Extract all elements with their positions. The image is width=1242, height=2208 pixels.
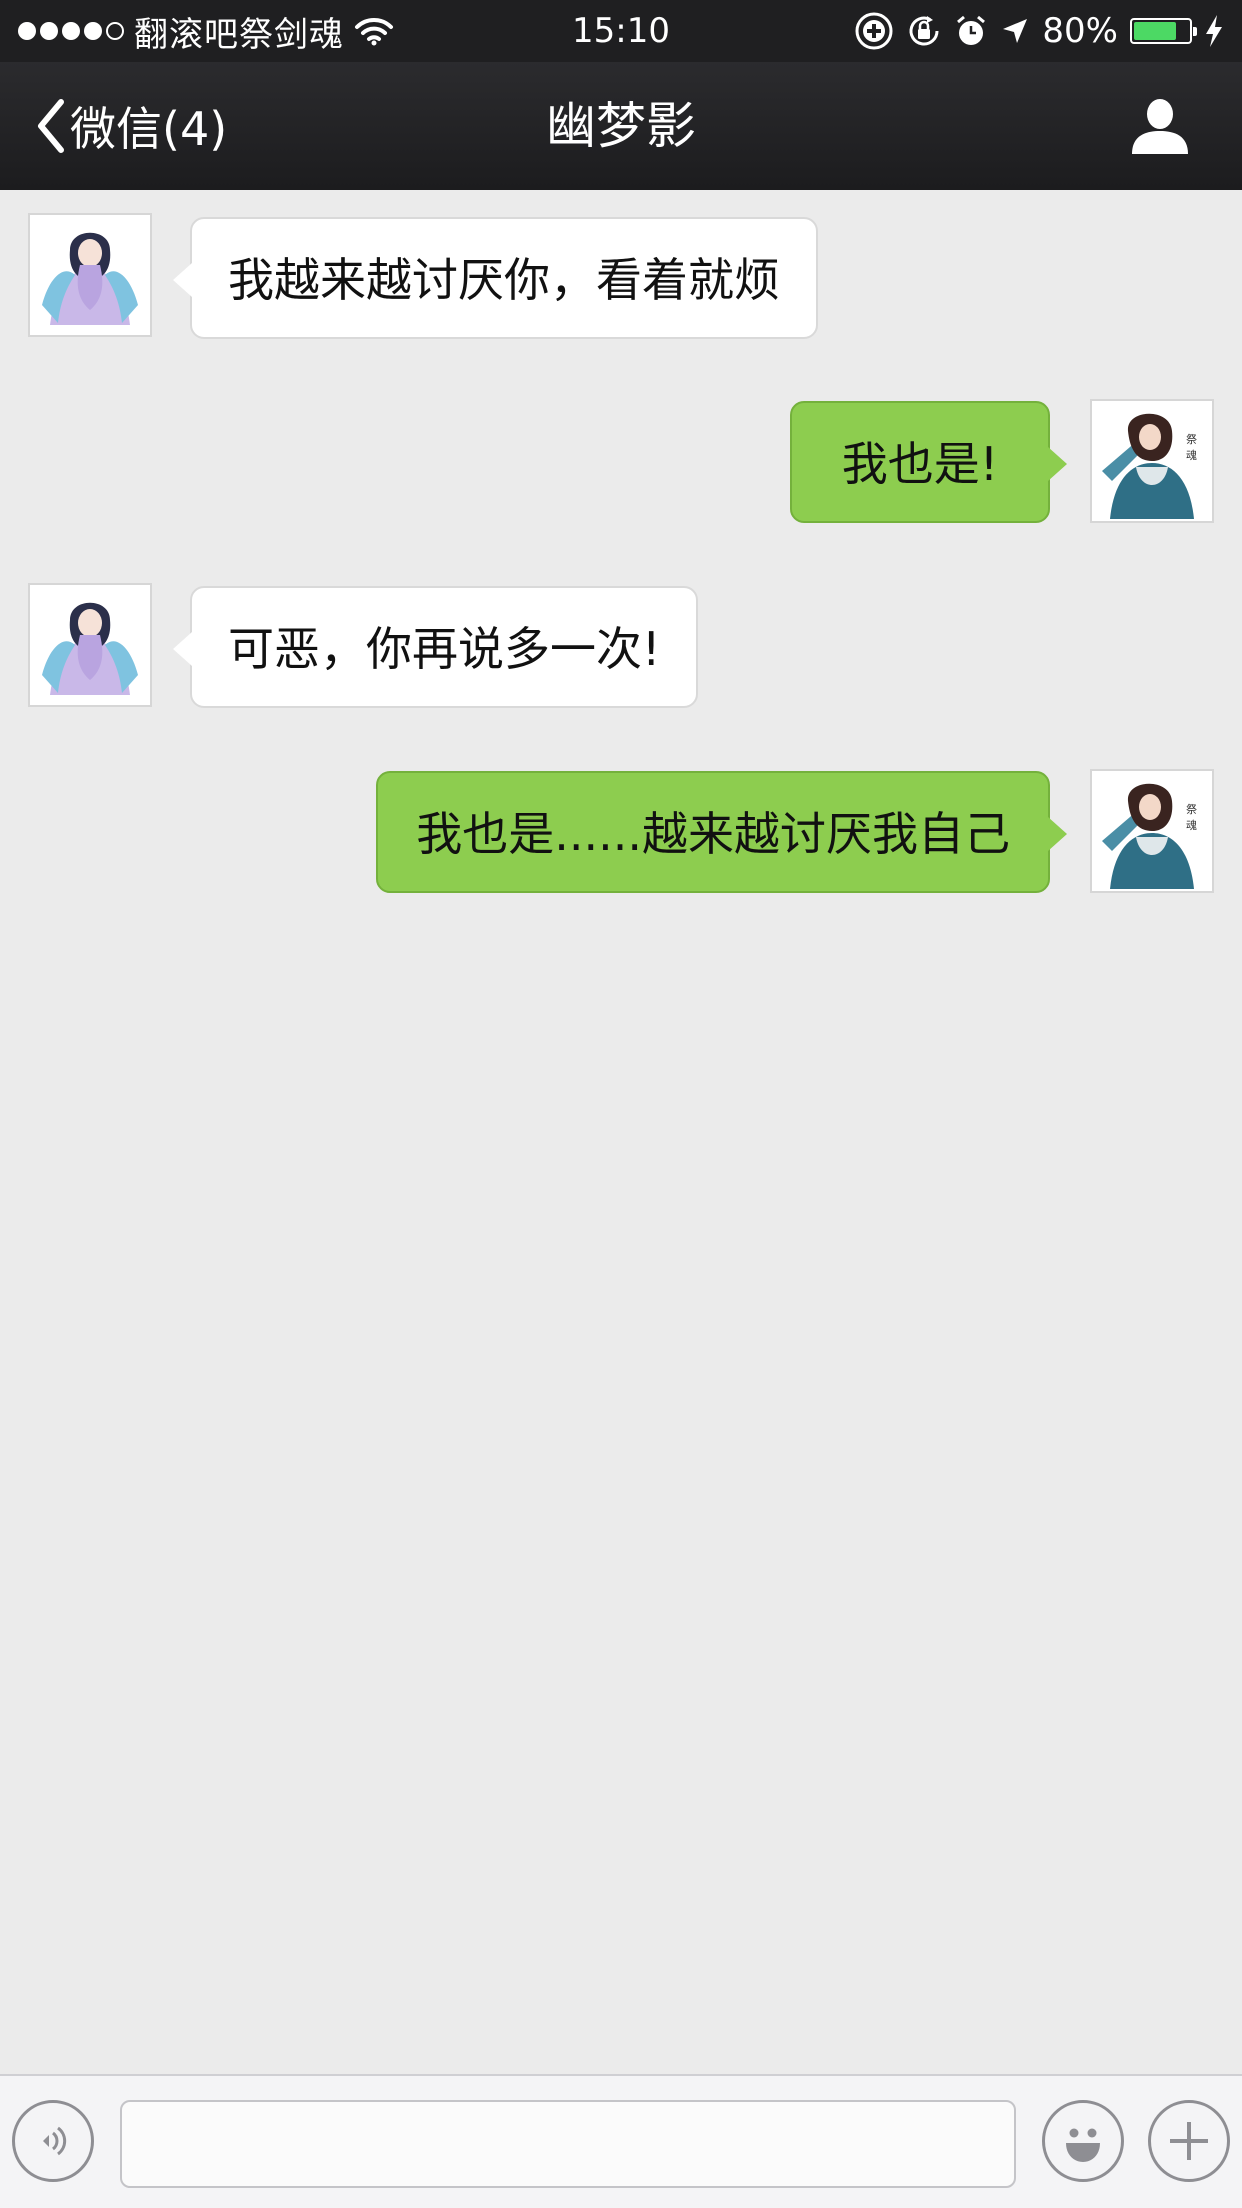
emoji-button[interactable]	[1042, 2100, 1124, 2182]
status-bar: 翻滚吧祭剑魂 15:10 80%	[0, 0, 1242, 62]
swordsman-avatar-image: 祭 魂	[1092, 771, 1212, 891]
fairy-avatar-image	[30, 215, 150, 335]
contact-avatar[interactable]	[28, 213, 152, 337]
smiley-icon	[1066, 2128, 1100, 2162]
svg-text:祭: 祭	[1186, 433, 1197, 446]
my-avatar[interactable]: 祭 魂	[1090, 399, 1214, 523]
battery-icon	[1130, 18, 1197, 44]
message-input[interactable]	[120, 2100, 1016, 2188]
message-text: 我也是!	[841, 437, 999, 491]
message-bubble-incoming[interactable]: 我越来越讨厌你，看着就烦	[173, 217, 818, 339]
chat-title: 幽梦影	[546, 97, 696, 155]
nav-bar: 微信(4) 幽梦影	[0, 62, 1242, 190]
bubble-tail	[173, 632, 192, 666]
rotation-lock-icon	[909, 16, 939, 46]
message-text: 可恶，你再说多一次!	[228, 622, 661, 676]
input-bar	[0, 2074, 1242, 2208]
message-list[interactable]: 我越来越讨厌你，看着就烦 我也是! 祭 魂 可恶，你再说多一次! 我也是....…	[0, 190, 1242, 2074]
battery-fill	[1134, 22, 1177, 40]
alarm-clock-icon	[957, 15, 986, 45]
message-bubble-outgoing[interactable]: 我也是......越来越讨厌我自己	[376, 771, 1067, 893]
message-text: 我也是......越来越讨厌我自己	[416, 807, 1010, 861]
more-plus-button[interactable]	[1148, 2100, 1230, 2182]
plus-icon	[1170, 2122, 1208, 2160]
svg-text:祭: 祭	[1186, 803, 1197, 816]
bubble-tail	[1048, 447, 1067, 481]
message-text: 我越来越讨厌你，看着就烦	[228, 253, 780, 307]
voice-toggle-button[interactable]	[12, 2100, 94, 2182]
profile-button[interactable]	[1130, 96, 1190, 156]
my-avatar[interactable]: 祭 魂	[1090, 769, 1214, 893]
chat-screen: 翻滚吧祭剑魂 15:10 80% 微信(4) 幽梦影 我越来越讨厌你，看着就烦 …	[0, 0, 1242, 2208]
svg-text:魂: 魂	[1186, 819, 1197, 832]
person-icon	[1132, 99, 1188, 154]
swordsman-avatar-image: 祭 魂	[1092, 401, 1212, 521]
voice-wave-icon	[43, 2126, 67, 2156]
add-circle-icon	[855, 12, 893, 50]
status-right: 80%	[854, 0, 1224, 62]
bubble-tail	[1048, 817, 1067, 851]
message-bubble-incoming[interactable]: 可恶，你再说多一次!	[173, 586, 699, 708]
charging-bolt-icon	[1206, 15, 1222, 47]
message-bubble-outgoing[interactable]: 我也是!	[790, 401, 1067, 523]
contact-avatar[interactable]	[28, 583, 152, 707]
location-arrow-icon	[1003, 19, 1028, 43]
fairy-avatar-image	[30, 585, 150, 705]
bubble-tail	[173, 263, 192, 297]
battery-percent: 80%	[1042, 11, 1118, 51]
svg-text:魂: 魂	[1186, 449, 1197, 462]
